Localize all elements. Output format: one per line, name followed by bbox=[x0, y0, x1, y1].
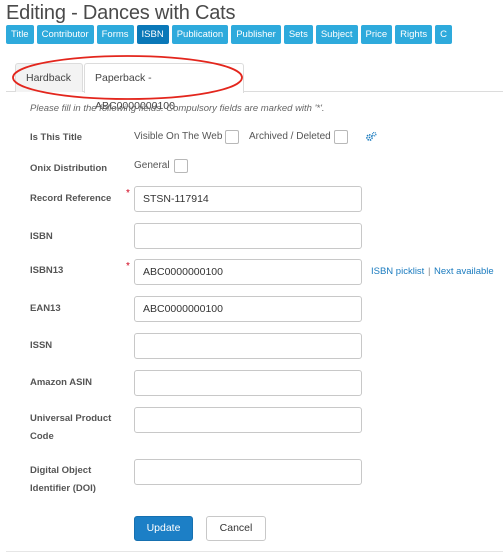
form-instructions: Please fill in the following fields. Com… bbox=[30, 103, 325, 114]
form-bottom-divider bbox=[6, 551, 503, 552]
nav-tab-rights[interactable]: Rights bbox=[395, 25, 433, 44]
nav-tab-isbn[interactable]: ISBN bbox=[136, 25, 169, 44]
onix-general-checkbox[interactable] bbox=[174, 159, 188, 173]
is-this-title-label: Is This Title bbox=[30, 132, 83, 143]
isbn-input[interactable] bbox=[134, 223, 362, 249]
page-title: Editing - Dances with Cats bbox=[6, 2, 236, 24]
tab-hardback[interactable]: Hardback bbox=[15, 63, 83, 92]
upc-label: Universal Product Code bbox=[30, 413, 112, 442]
isbn-picklist-link[interactable]: ISBN picklist bbox=[371, 266, 424, 277]
nav-tab-sets[interactable]: Sets bbox=[283, 25, 313, 44]
nav-tab-forms[interactable]: Forms bbox=[96, 25, 134, 44]
update-button[interactable]: Update bbox=[134, 516, 193, 541]
archived-deleted-checkbox[interactable] bbox=[334, 130, 348, 144]
isbn13-input[interactable]: ABC0000000100 bbox=[134, 259, 362, 285]
tab-paperback[interactable]: Paperback - ABC0000000100 bbox=[84, 63, 244, 112]
nav-tab-subject[interactable]: Subject bbox=[315, 25, 358, 44]
ean13-input[interactable]: ABC0000000100 bbox=[134, 296, 362, 322]
section-nav: Title Contributor Forms ISBN Publication Publ… bbox=[6, 25, 503, 44]
doi-label: Digital Object Identifier (DOI) bbox=[30, 465, 96, 494]
archived-deleted-label: Archived / Deleted bbox=[249, 131, 331, 142]
issn-label: ISSN bbox=[30, 340, 53, 351]
ean13-label: EAN13 bbox=[30, 303, 61, 314]
nav-tab-price[interactable]: Price bbox=[360, 25, 393, 44]
isbn-label: ISBN bbox=[30, 231, 53, 242]
upc-input[interactable] bbox=[134, 407, 362, 433]
amazon-asin-input[interactable] bbox=[134, 370, 362, 396]
link-separator: | bbox=[428, 266, 431, 277]
required-marker: * bbox=[126, 188, 130, 199]
record-reference-label: Record Reference bbox=[30, 193, 112, 204]
visible-on-web-checkbox[interactable] bbox=[225, 130, 239, 144]
required-marker: * bbox=[126, 261, 130, 272]
nav-tab-publisher[interactable]: Publisher bbox=[231, 25, 281, 44]
next-available-link[interactable]: Next available bbox=[434, 266, 494, 277]
format-tab-bar: Hardback Paperback - ABC0000000100 bbox=[6, 63, 503, 112]
nav-tab-title[interactable]: Title bbox=[6, 25, 34, 44]
visible-on-web-label: Visible On The Web bbox=[134, 131, 223, 142]
nav-tab-overflow[interactable]: C bbox=[435, 25, 452, 44]
onix-distribution-label: Onix Distribution bbox=[30, 163, 108, 174]
gears-icon[interactable] bbox=[365, 131, 377, 143]
cancel-button[interactable]: Cancel bbox=[206, 516, 266, 541]
isbn13-label: ISBN13 bbox=[30, 265, 64, 276]
record-reference-input[interactable]: STSN-117914 bbox=[134, 186, 362, 212]
doi-input[interactable] bbox=[134, 459, 362, 485]
nav-tab-publication[interactable]: Publication bbox=[171, 25, 229, 44]
issn-input[interactable] bbox=[134, 333, 362, 359]
amazon-asin-label: Amazon ASIN bbox=[30, 377, 92, 388]
nav-tab-contributor[interactable]: Contributor bbox=[36, 25, 94, 44]
onix-general-label: General bbox=[134, 160, 170, 171]
